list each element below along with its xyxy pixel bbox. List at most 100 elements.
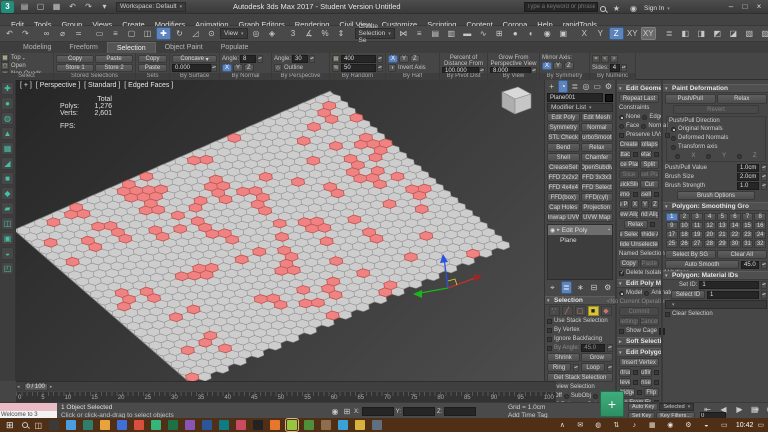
extrude-button[interactable]: Extrude [619,368,631,377]
modifier-button-7[interactable]: Relax [580,143,613,152]
snap-toggle-icon-0[interactable]: 3 [286,27,301,40]
tessellate-settings[interactable] [654,192,659,197]
smoothing-group-button-27[interactable]: 28 [703,240,716,248]
sides-spinner[interactable]: ▴▾ [620,64,627,72]
modifier-button-19[interactable]: Projection [580,203,613,212]
bridge-settings[interactable] [636,390,642,395]
paint-deformation-rollout-header[interactable]: Paint Deformation [663,84,768,93]
slice-button[interactable]: Slice [619,170,639,179]
reset-plane-button[interactable]: Reset Plane [639,170,659,179]
persp-angle-field[interactable]: 30 [292,55,309,63]
track-bar[interactable]: 0 5 10 15 20 25 30 35 40 45 50 55 60 65 70 75 80 85 90 95 10… [16,391,556,402]
invert-axis-toggle[interactable]: Invert Axis [398,65,426,71]
edit-polygons-rollout-header[interactable]: Edit Polygons [617,348,661,357]
coord-z-field[interactable] [444,407,477,416]
select-tool-icon-0[interactable]: ▭ [92,27,107,40]
quickslice-button[interactable]: QuickSlice [619,180,639,189]
soft-selection-rollout-header[interactable]: Soft Selection [617,337,661,346]
stored-paste-button[interactable]: Paste [95,55,133,63]
smoothing-group-button-26[interactable]: 27 [691,240,703,248]
split-button[interactable]: Split [639,160,659,169]
outline-settings[interactable] [654,370,659,375]
named-copy-button[interactable]: Copy [619,259,639,268]
axis-y-radio[interactable] [706,153,712,159]
command-panel-tab-3[interactable]: ◎ [581,80,590,93]
msmooth-button[interactable]: MSmooth [619,190,631,199]
quick-access-icon-4[interactable]: ↷ [81,0,96,13]
object-color-swatch[interactable] [605,93,613,102]
toolbar-far-icon-2[interactable]: ◨ [694,27,709,40]
modifier-button-13[interactable]: FFD 3x3x3 [580,173,613,182]
normal-axis-toggle-0[interactable]: X [222,64,233,72]
modifier-button-2[interactable]: Symmetry [547,123,580,132]
panel-label-by-random[interactable]: By Random [330,73,385,80]
attach-button[interactable]: Attach [619,150,631,159]
select-tool-icon-2[interactable]: ▢ [124,27,139,40]
selection-rollout-header[interactable]: Selection [545,296,615,305]
toolbar-right-icon-6[interactable]: ⊞ [492,27,507,40]
smoothing-groups-rollout-header[interactable]: Polygon: Smoothing Gro [663,202,768,211]
shrink-button[interactable]: Shrink [547,353,580,362]
create-button[interactable]: Create [619,140,639,149]
toolbar-right-icon-1[interactable]: ≡ [412,27,427,40]
snap-toggle-icon-2[interactable]: % [318,27,333,40]
smoothing-group-button-4[interactable]: 5 [716,213,729,221]
taskbar-app-icon-8[interactable] [185,420,196,430]
left-tool-icon-3[interactable]: ▲ [1,127,14,140]
revert-button[interactable]: Revert [673,105,759,114]
material-name-dropdown[interactable] [665,300,767,309]
relax-settings[interactable] [649,222,655,227]
viewport-menu-shading[interactable]: [ Edged Faces ] [124,82,173,89]
hide-unselected-button[interactable]: Hide Unselected [619,240,659,249]
smoothing-group-button-13[interactable]: 14 [729,222,741,230]
minimize-button[interactable]: – [724,2,738,11]
viewport[interactable]: [ + ] [ Perspective ] [ Standard ] [ Edg… [16,80,544,381]
cut-button[interactable]: Cut [639,180,659,189]
pushpull-value-spinner[interactable]: ▴▾ [761,164,767,172]
get-stack-selection-button[interactable]: Get Stack Selection [547,373,613,382]
pushpull-value-field[interactable]: 1.0cm [737,164,759,172]
object-name-field[interactable]: Plane001 [547,93,603,102]
taskbar-app-icon-15[interactable] [304,420,315,430]
absolute-mode-icon[interactable]: ⊞ [342,405,352,418]
planar-z-button[interactable]: Z [651,200,659,209]
constraint-face-radio[interactable] [619,123,624,129]
brush-options-button[interactable]: Brush Options [677,191,755,200]
command-panel-tab-0[interactable]: + [547,80,556,93]
pivot-tool-icon-1[interactable]: ◈ [265,27,280,40]
modifier-button-21[interactable]: UVW Map [580,213,613,222]
commit-button[interactable]: Commit [619,307,659,316]
left-tool-icon-5[interactable]: ◢ [1,157,14,170]
smoothing-group-button-29[interactable]: 30 [729,240,741,248]
modifier-button-3[interactable]: Normal [580,123,613,132]
left-tool-icon-8[interactable]: ▰ [1,202,14,215]
smoothing-group-button-3[interactable]: 4 [703,213,716,221]
command-panel-tab-4[interactable]: ▭ [593,80,602,93]
toolbar-far-icon-4[interactable]: ◪ [726,27,741,40]
slider-left-arrow[interactable]: ◂ [17,384,20,390]
inset-settings[interactable] [654,380,659,385]
axis-constraint-toggle-3[interactable]: XY [625,27,640,40]
by-vertex-checkbox[interactable] [547,327,552,333]
set-id-field[interactable]: 1 [699,281,759,289]
symmetry-axis-toggle-2[interactable]: Z [564,62,574,70]
modifier-button-20[interactable]: Unwrap UVW [547,213,580,222]
stored-copy-button[interactable]: Copy [56,55,94,63]
settings-button[interactable]: Settings [619,317,639,326]
left-tool-icon-2[interactable]: ◍ [1,112,14,125]
toolbar-far-icon-1[interactable]: ◧ [678,27,693,40]
toolbar-far-icon-5[interactable]: ▧ [742,27,757,40]
smoothing-group-button-9[interactable]: 10 [678,222,691,230]
left-tool-icon-0[interactable]: ✚ [1,82,14,95]
edit-geometry-rollout-header[interactable]: Edit Geometry [617,84,661,93]
transform-axis-radio[interactable] [671,144,676,150]
polygon-subobject-icon[interactable]: ■ [587,306,599,316]
panel-label-sets[interactable]: Sets [136,73,169,80]
delete-isolated-checkbox[interactable] [619,270,624,276]
show-cage-checkbox[interactable] [619,328,624,334]
taskbar-search-icon[interactable] [21,422,28,428]
symmetry-axis-toggle-1[interactable]: Y [553,62,564,70]
loop-spinner[interactable]: ▴▾ [607,363,613,372]
taskbar-app-icon-6[interactable] [151,420,162,430]
stack-tool-icon-1[interactable]: ≣ [560,281,572,294]
